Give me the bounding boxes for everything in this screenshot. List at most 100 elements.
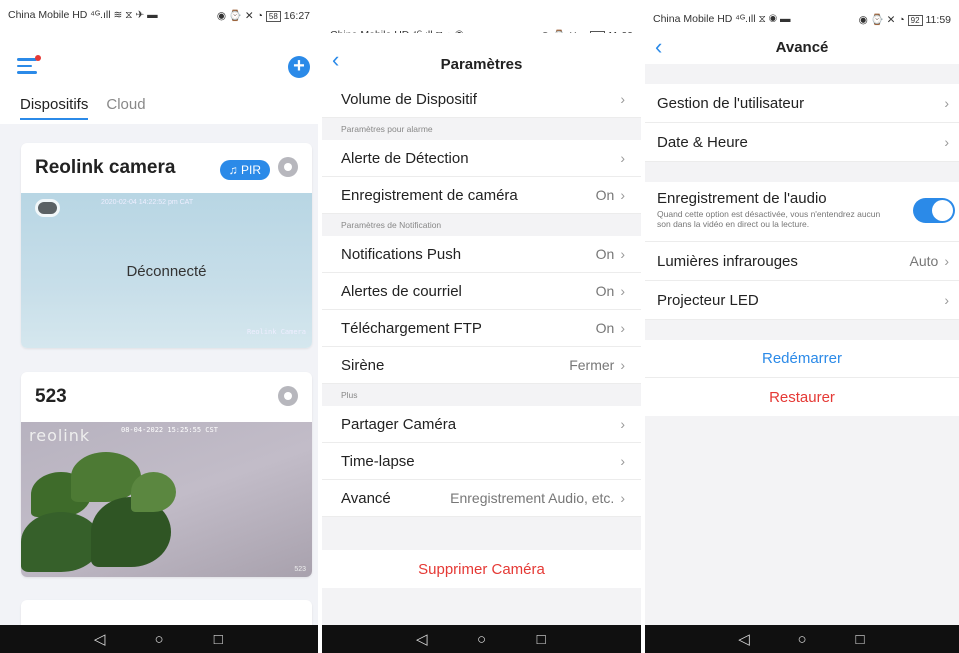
back-icon[interactable]: ‹ bbox=[655, 34, 662, 60]
camera-timestamp: 08-04-2022 15:25:55 CST bbox=[121, 426, 218, 434]
row-user-management[interactable]: Gestion de l'utilisateur › bbox=[645, 84, 959, 123]
row-date-time[interactable]: Date & Heure › bbox=[645, 123, 959, 162]
nav-home-icon[interactable]: ○ bbox=[792, 631, 812, 648]
pir-badge[interactable]: ♫ PIR bbox=[219, 160, 270, 180]
section-alarm: Paramètres pour alarme bbox=[341, 124, 433, 134]
row-label: Projecteur LED bbox=[657, 291, 759, 309]
nav-back-icon[interactable]: ◁ bbox=[734, 630, 754, 648]
row-label: Lumières infrarouges bbox=[657, 252, 798, 270]
row-label: Notifications Push bbox=[341, 245, 462, 263]
notification-dot-icon bbox=[35, 55, 41, 61]
nav-home-icon[interactable]: ○ bbox=[149, 631, 169, 648]
row-label: Téléchargement FTP bbox=[341, 319, 482, 337]
row-label: Avancé bbox=[341, 489, 391, 507]
battery-icon: 58 bbox=[265, 10, 281, 22]
chevron-right-icon: › bbox=[620, 416, 625, 432]
audio-toggle[interactable] bbox=[913, 198, 955, 223]
system-nav-bar: ◁ ○ □ bbox=[645, 625, 959, 653]
row-label: Volume de Dispositif bbox=[341, 90, 477, 108]
menu-icon[interactable] bbox=[17, 55, 41, 78]
chevron-right-icon: › bbox=[620, 186, 625, 203]
page-title: Avancé bbox=[775, 38, 829, 56]
system-nav-bar: ◁ ○ □ bbox=[322, 625, 641, 653]
camera-name: 523 bbox=[35, 386, 67, 407]
reboot-button[interactable]: Redémarrer bbox=[645, 340, 959, 378]
row-detection[interactable]: Alerte de Détection › bbox=[322, 140, 641, 177]
row-audio-recording: Enregistrement de l'audio Quand cette op… bbox=[645, 182, 959, 242]
section-notifications: Paramètres de Notification bbox=[341, 220, 442, 230]
nav-recent-icon[interactable]: □ bbox=[531, 631, 551, 648]
restore-button[interactable]: Restaurer bbox=[645, 378, 959, 416]
back-icon[interactable]: ‹ bbox=[332, 47, 339, 73]
camera-preview[interactable]: reolink 08-04-2022 15:25:55 CST 523 bbox=[21, 422, 312, 577]
row-infrared[interactable]: Lumières infrarouges Auto › bbox=[645, 242, 959, 281]
nav-recent-icon[interactable]: □ bbox=[208, 631, 228, 648]
row-email[interactable]: Alertes de courriel On › bbox=[322, 273, 641, 310]
camera-timestamp: 2020-02-04 14:22:52 pm CAT bbox=[101, 199, 194, 206]
row-label: Enregistrement de caméra bbox=[341, 186, 518, 204]
row-value: On bbox=[595, 282, 615, 299]
row-value: On bbox=[595, 245, 615, 262]
add-device-button[interactable]: + bbox=[288, 56, 310, 78]
camera-card-header: Reolink camera ♫ PIR bbox=[21, 143, 312, 193]
chevron-right-icon: › bbox=[620, 453, 625, 469]
tab-devices[interactable]: Dispositifs bbox=[20, 96, 89, 120]
carrier-text: China Mobile bbox=[8, 8, 70, 21]
nav-home-icon[interactable]: ○ bbox=[471, 631, 491, 648]
camera-watermark: 523 bbox=[294, 566, 306, 573]
system-nav-bar: ◁ ○ □ bbox=[0, 625, 318, 653]
tab-cloud[interactable]: Cloud bbox=[106, 96, 145, 124]
row-value: On bbox=[595, 186, 615, 203]
gear-icon[interactable] bbox=[278, 386, 298, 406]
nav-back-icon[interactable]: ◁ bbox=[90, 630, 110, 648]
clock-text: 16:27 bbox=[283, 9, 310, 22]
camera-card[interactable]: 523 reolink 08-04-2022 15:25:55 CST 523 bbox=[21, 372, 312, 577]
status-icons: ◉ ⌚ ✕ ◔ bbox=[858, 13, 905, 26]
camera-watermark: Reolink Camera bbox=[246, 328, 306, 336]
row-led-projector[interactable]: Projecteur LED › bbox=[645, 281, 959, 320]
settings-screen: China Mobile HD ⁴ᴳ.ıll ⧖ ● ◉ ▬ ◉ ⌚ ✕ ◔ 3… bbox=[322, 0, 641, 653]
row-volume[interactable]: Volume de Dispositif › bbox=[322, 81, 641, 118]
chevron-right-icon: › bbox=[944, 292, 949, 308]
delete-camera-button[interactable]: Supprimer Caméra bbox=[322, 550, 641, 588]
title-bar: ‹ Avancé bbox=[645, 30, 959, 64]
row-ftp[interactable]: Téléchargement FTP On › bbox=[322, 310, 641, 347]
page-title: Paramètres bbox=[440, 55, 523, 73]
row-label: Gestion de l'utilisateur bbox=[657, 94, 805, 112]
camera-card-header: 523 bbox=[21, 372, 312, 422]
row-timelapse[interactable]: Time-lapse › bbox=[322, 443, 641, 480]
stream-toggle-icon[interactable] bbox=[35, 199, 60, 217]
row-siren[interactable]: Sirène Fermer › bbox=[322, 347, 641, 384]
advanced-screen: China Mobile HD ⁴ᴳ.ıll ⧖ ◉ ▬ ◉ ⌚ ✕ ◔ 92 … bbox=[645, 0, 959, 653]
row-push[interactable]: Notifications Push On › bbox=[322, 236, 641, 273]
chevron-right-icon: › bbox=[620, 245, 625, 262]
devices-header: China Mobile HD ⁴ᴳ.ıll ≋ ⧖ ✈ ▬ ◉ ⌚ ✕ ◔ 5… bbox=[0, 0, 318, 96]
section-more: Plus bbox=[341, 390, 358, 400]
nav-back-icon[interactable]: ◁ bbox=[412, 630, 432, 648]
row-recording[interactable]: Enregistrement de caméra On › bbox=[322, 177, 641, 214]
devices-screen: China Mobile HD ⁴ᴳ.ıll ≋ ⧖ ✈ ▬ ◉ ⌚ ✕ ◔ 5… bbox=[0, 0, 318, 653]
row-advanced[interactable]: Avancé Enregistrement Audio, etc. › bbox=[322, 480, 641, 517]
chevron-right-icon: › bbox=[620, 150, 625, 166]
row-share[interactable]: Partager Caméra › bbox=[322, 406, 641, 443]
chevron-right-icon: › bbox=[620, 91, 625, 107]
camera-name: Reolink camera bbox=[35, 157, 176, 178]
camera-card[interactable]: Reolink camera ♫ PIR 2020-02-04 14:22:52… bbox=[21, 143, 312, 348]
camera-preview[interactable]: 2020-02-04 14:22:52 pm CAT Déconnecté Re… bbox=[21, 193, 312, 348]
nav-recent-icon[interactable]: □ bbox=[850, 631, 870, 648]
row-label: Sirène bbox=[341, 356, 385, 374]
row-value: Fermer bbox=[569, 356, 615, 373]
gear-icon[interactable] bbox=[278, 157, 298, 177]
status-bar: China Mobile HD ⁴ᴳ.ıll ≋ ⧖ ✈ ▬ ◉ ⌚ ✕ ◔ 5… bbox=[0, 0, 318, 30]
row-label: Time-lapse bbox=[341, 452, 415, 470]
row-label: Alerte de Détection bbox=[341, 149, 469, 167]
reolink-logo: reolink bbox=[29, 426, 91, 445]
status-icons: ◉ ⌚ ✕ ◔ bbox=[216, 9, 263, 22]
title-bar: ‹ Paramètres bbox=[322, 33, 641, 81]
chevron-right-icon: › bbox=[620, 489, 625, 506]
signal-icons: HD ⁴ᴳ.ıll ⧖ ◉ ▬ bbox=[717, 12, 791, 25]
clock-text: 11:59 bbox=[925, 13, 952, 26]
carrier-text: China Mobile bbox=[653, 12, 715, 25]
